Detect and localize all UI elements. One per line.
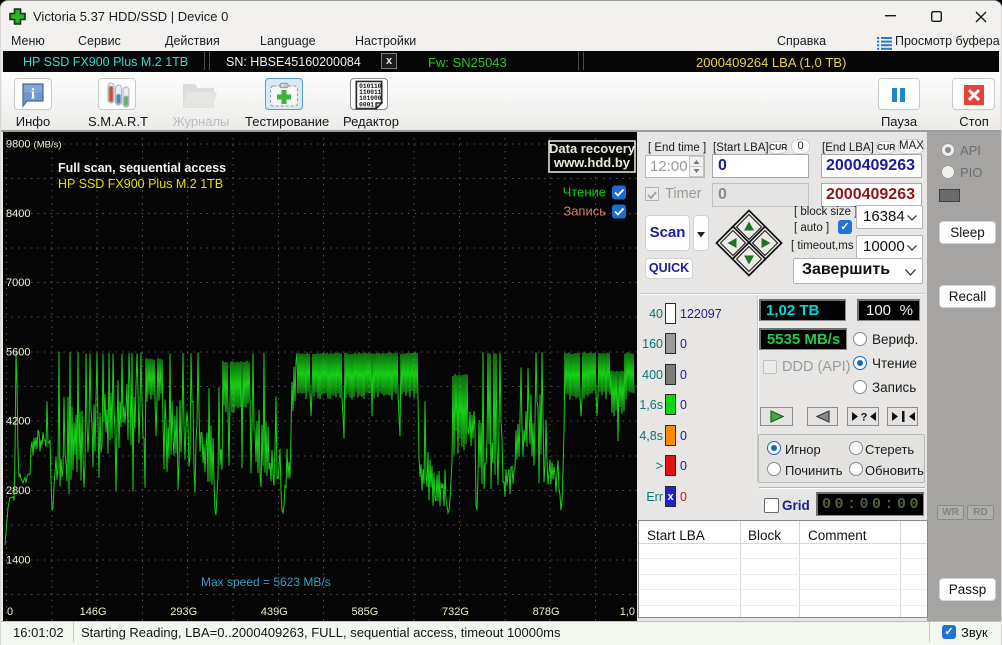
svg-text:HP SSD FX900 Plus M.2 1TB: HP SSD FX900 Plus M.2 1TB	[58, 177, 223, 191]
svg-text:1400: 1400	[6, 554, 30, 566]
svg-text:293G: 293G	[170, 606, 197, 618]
svg-text:0001: 0001	[359, 101, 374, 108]
svg-text:Full scan, sequential access: Full scan, sequential access	[58, 161, 226, 175]
svg-text:7000: 7000	[6, 277, 30, 289]
svg-text:5600: 5600	[6, 346, 30, 358]
svg-text:4200: 4200	[6, 416, 30, 428]
svg-text:146G: 146G	[80, 606, 107, 618]
svg-text:8400: 8400	[6, 208, 30, 220]
svg-text:Data recovery: Data recovery	[549, 141, 636, 156]
svg-text:1,0: 1,0	[620, 606, 635, 618]
svg-text:Чтение: Чтение	[563, 185, 606, 200]
svg-text:439G: 439G	[261, 606, 288, 618]
svg-text:i: i	[31, 87, 35, 103]
svg-text:9800 (MB/s): 9800 (MB/s)	[6, 139, 62, 151]
svg-text:?: ?	[861, 412, 868, 424]
svg-text:878G: 878G	[533, 606, 560, 618]
svg-text:www.hdd.by: www.hdd.by	[553, 155, 631, 170]
svg-text:0: 0	[7, 606, 13, 618]
svg-text:Запись: Запись	[563, 204, 606, 219]
svg-text:585G: 585G	[351, 606, 378, 618]
svg-text:732G: 732G	[442, 606, 469, 618]
svg-text:Max speed = 5623 MB/s: Max speed = 5623 MB/s	[201, 575, 331, 589]
svg-text:2800: 2800	[6, 485, 30, 497]
